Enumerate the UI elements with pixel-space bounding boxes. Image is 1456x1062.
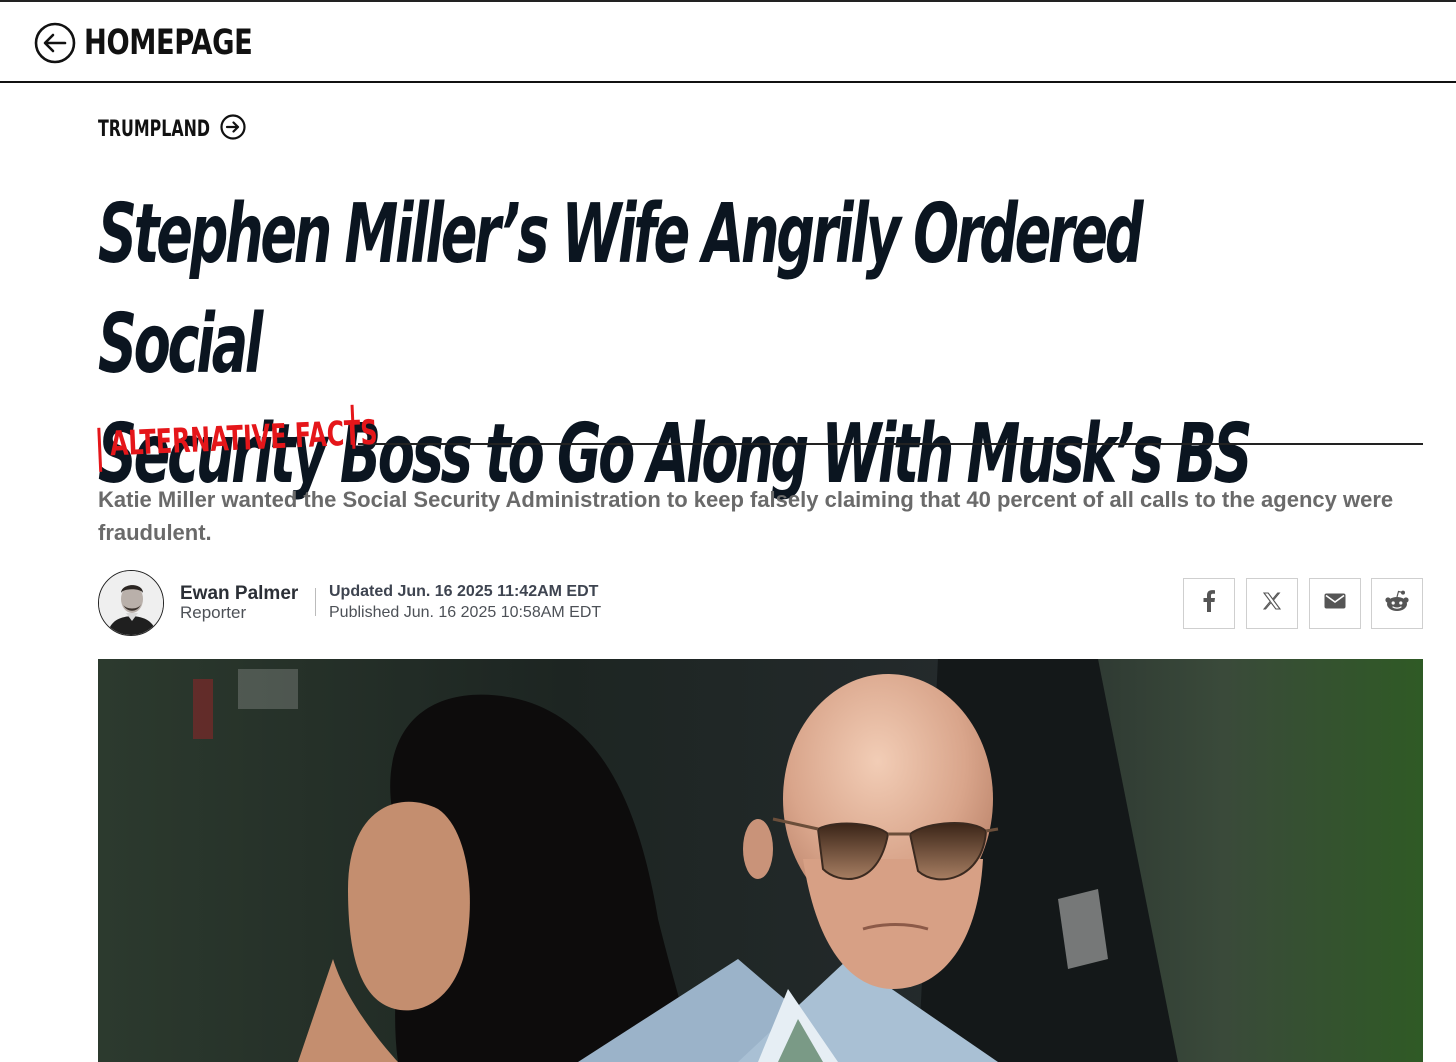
share-facebook-button[interactable]: [1183, 578, 1235, 629]
x-icon: [1262, 592, 1282, 615]
byline: Ewan Palmer Reporter Updated Jun. 16 202…: [98, 570, 1425, 636]
share-x-button[interactable]: [1246, 578, 1298, 629]
section-link-trumpland[interactable]: TRUMPLAND: [98, 114, 246, 145]
updated-timestamp: Updated Jun. 16 2025 11:42AM EDT: [329, 583, 599, 600]
section-label: TRUMPLAND: [98, 116, 210, 142]
site-header: HOMEPAGE: [0, 2, 1456, 83]
hero-image: [98, 659, 1423, 1062]
homepage-link[interactable]: HOMEPAGE: [34, 22, 300, 64]
arrow-left-circle-icon: [34, 22, 76, 64]
headline-line-1: Stephen Miller’s Wife Angrily Ordered So…: [98, 187, 1144, 392]
kicker-row: ALTERNATIVE FACTS: [96, 404, 1423, 472]
published-timestamp: Published Jun. 16 2025 10:58AM EDT: [329, 604, 602, 621]
byline-divider: [315, 588, 316, 616]
facebook-icon: [1202, 590, 1216, 617]
kicker-badge: ALTERNATIVE FACTS: [95, 404, 378, 472]
homepage-label: HOMEPAGE: [84, 23, 253, 63]
share-reddit-button[interactable]: [1371, 578, 1423, 629]
article-dek: Katie Miller wanted the Social Security …: [98, 487, 1394, 545]
email-icon: [1324, 593, 1346, 614]
kicker-rule: [358, 443, 1423, 445]
author-role: Reporter: [180, 603, 247, 622]
kicker-bar-left: [97, 427, 103, 472]
share-email-button[interactable]: [1309, 578, 1361, 629]
reddit-icon: [1384, 590, 1410, 617]
kicker-label: ALTERNATIVE FACTS: [109, 412, 379, 465]
author-avatar[interactable]: [98, 570, 164, 636]
author-name[interactable]: Ewan Palmer: [180, 583, 298, 605]
arrow-right-circle-icon: [220, 114, 246, 145]
